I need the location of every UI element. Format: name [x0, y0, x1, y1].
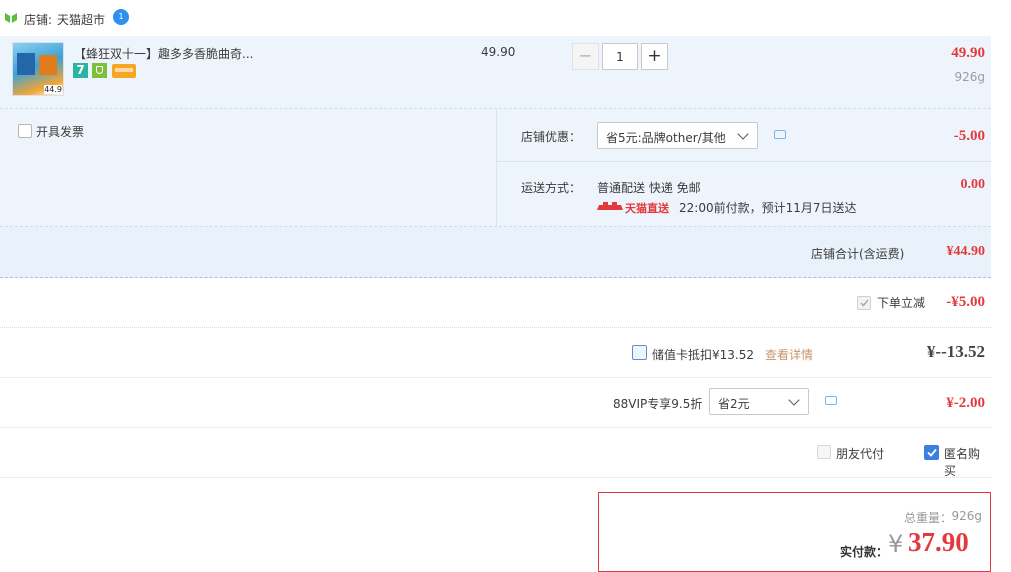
shop-total-row: 店铺合计(含运费) ¥44.90 — [0, 227, 991, 278]
anonymous-checkbox[interactable] — [924, 445, 939, 460]
instant-discount-checkbox — [857, 296, 871, 310]
stored-card-value: ¥--13.52 — [926, 342, 985, 361]
vip-label: 88VIP专享9.5折 — [613, 397, 703, 411]
item-total: 49.90 — [951, 45, 985, 61]
decrease-button[interactable]: − — [572, 43, 599, 70]
shipping-label: 运送方式： — [521, 181, 582, 195]
anonymous-label: 匿名购买 — [944, 447, 981, 478]
unit-price: 49.90 — [481, 45, 516, 59]
instant-discount-label: 下单立减 — [877, 296, 926, 310]
friend-pay-label: 朋友代付 — [836, 447, 885, 461]
product-thumbnail[interactable]: 44.9 — [12, 42, 64, 96]
increase-button[interactable]: + — [641, 43, 668, 70]
stored-card-details-link[interactable]: 查看详情 — [765, 346, 813, 363]
shipping-amount: 0.00 — [960, 177, 986, 192]
order-options-block: 开具发票 店铺优惠： 省5元:品牌other/其他 -5.00 运送方式： 普通… — [0, 109, 991, 227]
quantity-input[interactable] — [602, 43, 638, 70]
thumb-price: 44.9 — [44, 85, 62, 94]
shipping-method: 普通配送 快递 免邮 — [597, 181, 701, 195]
shop-label: 店铺: — [24, 13, 53, 27]
payment-summary-box: 总重量： 926g 实付款： ¥ 37.90 — [598, 492, 991, 572]
guarantee-icon — [92, 63, 107, 78]
check-icon — [927, 448, 937, 457]
shop-discount-select[interactable]: 省5元:品牌other/其他 — [597, 122, 758, 149]
discount-amount: -5.00 — [953, 128, 985, 144]
invoice-checkbox[interactable] — [18, 124, 32, 138]
message-icon[interactable] — [825, 396, 837, 405]
seven-day-return-icon: 7 — [73, 63, 88, 78]
total-weight-value: 926g — [951, 509, 982, 523]
shop-name[interactable]: 天猫超市 — [57, 11, 105, 28]
payment-options-row: 朋友代付 匿名购买 — [0, 428, 991, 478]
item-weight: 926g — [954, 70, 985, 84]
actual-pay-value: 37.90 — [908, 527, 969, 557]
quantity-stepper: − + — [572, 43, 668, 70]
vip-row: 88VIP专享9.5折 省2元 ¥-2.00 — [0, 378, 991, 428]
item-title[interactable]: 【蜂狂双十一】趣多多香脆曲奇... — [74, 45, 253, 62]
vip-discount-select[interactable]: 省2元 — [709, 388, 809, 415]
tmall-cat-icon — [597, 202, 623, 210]
chevron-down-icon — [737, 128, 749, 140]
chevron-down-icon — [788, 394, 800, 406]
shipping-eta: 22:00前付款，预计11月7日送达 — [679, 201, 857, 215]
item-row: 44.9 【蜂狂双十一】趣多多香脆曲奇... 7 49.90 − + 49.90… — [0, 36, 991, 109]
chat-badge: 1 — [118, 12, 124, 21]
stored-card-label: 储值卡抵扣¥13.52 — [652, 348, 754, 362]
credit-card-icon — [112, 64, 136, 78]
vertical-divider — [496, 109, 497, 226]
instant-discount-value: -¥5.00 — [946, 294, 985, 310]
vip-value: ¥-2.00 — [946, 395, 985, 411]
shop-total-label: 店铺合计(含运费) — [811, 247, 905, 261]
check-icon — [860, 299, 869, 307]
total-weight-label: 总重量： — [904, 511, 953, 525]
friend-pay-checkbox[interactable] — [817, 445, 831, 459]
wangwang-chat-icon[interactable]: 1 — [113, 9, 129, 25]
currency-symbol: ¥ — [888, 530, 904, 558]
shop-total-value: ¥44.90 — [946, 244, 986, 259]
actual-pay-label: 实付款： — [840, 545, 889, 559]
invoice-label: 开具发票 — [36, 125, 85, 139]
shop-header: 店铺: 天猫超市 1 — [0, 0, 1011, 36]
message-icon[interactable] — [774, 130, 786, 139]
instant-discount-row: 下单立减 -¥5.00 — [0, 278, 991, 328]
tmall-shop-icon — [5, 13, 17, 23]
row-divider — [497, 161, 991, 162]
stored-card-checkbox[interactable] — [632, 345, 647, 360]
stored-card-row: 储值卡抵扣¥13.52 查看详情 ¥--13.52 — [0, 328, 991, 378]
discount-label: 店铺优惠： — [521, 130, 582, 144]
